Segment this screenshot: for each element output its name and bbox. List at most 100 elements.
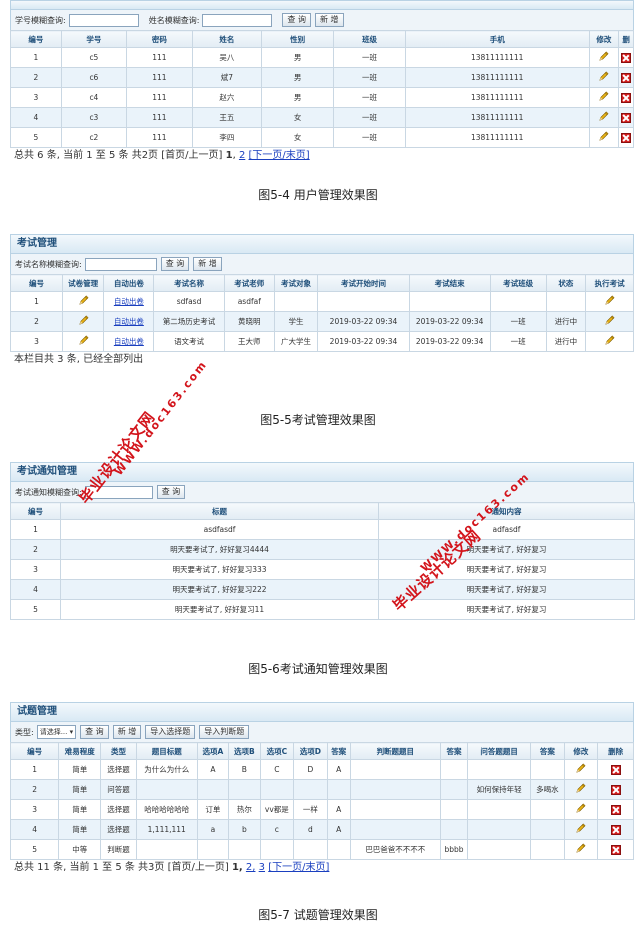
table-cell: c4 bbox=[60, 87, 128, 108]
table-cell: 学生 bbox=[273, 311, 319, 332]
table-cell: A bbox=[326, 819, 351, 840]
delete-cell[interactable] bbox=[618, 47, 634, 68]
column-header: 选项B bbox=[228, 742, 261, 760]
pencil-icon[interactable] bbox=[575, 763, 586, 776]
delete-cell[interactable] bbox=[618, 67, 634, 88]
pencil-icon[interactable] bbox=[604, 315, 615, 328]
delete-cell[interactable] bbox=[597, 779, 634, 800]
delete-icon[interactable] bbox=[621, 52, 632, 63]
question-search-button[interactable]: 查 询 bbox=[80, 725, 109, 739]
run-exam-cell[interactable] bbox=[585, 311, 634, 332]
q-pager-first-prev[interactable]: [首页/上一页] bbox=[168, 862, 229, 873]
pencil-icon[interactable] bbox=[575, 783, 586, 796]
delete-icon[interactable] bbox=[610, 824, 621, 835]
table-cell: 13811111111 bbox=[404, 67, 590, 88]
search-name-input[interactable] bbox=[202, 13, 273, 27]
delete-cell[interactable] bbox=[618, 107, 634, 128]
table-cell: 2 bbox=[10, 67, 62, 88]
pencil-icon[interactable] bbox=[604, 295, 615, 308]
auto-paper-link[interactable]: 自动出卷 bbox=[114, 337, 144, 346]
delete-icon[interactable] bbox=[610, 844, 621, 855]
search-button[interactable]: 查 询 bbox=[282, 13, 311, 27]
delete-icon[interactable] bbox=[621, 112, 632, 123]
exam-add-button[interactable]: 新 增 bbox=[193, 257, 222, 271]
delete-cell[interactable] bbox=[618, 87, 634, 108]
pager-first-prev[interactable]: [首页/上一页] bbox=[161, 150, 222, 161]
table-cell: 巴巴爸爸不不不不 bbox=[349, 839, 441, 860]
delete-cell[interactable] bbox=[597, 759, 634, 780]
delete-icon[interactable] bbox=[621, 92, 632, 103]
table-cell: 5 bbox=[10, 127, 62, 148]
edit-cell[interactable] bbox=[588, 47, 620, 68]
pencil-icon[interactable] bbox=[575, 843, 586, 856]
question-add-button[interactable]: 新 增 bbox=[112, 725, 142, 739]
table-cell: 进行中 bbox=[545, 331, 587, 352]
pencil-icon[interactable] bbox=[78, 295, 89, 308]
auto-paper-cell[interactable]: 自动出卷 bbox=[103, 291, 155, 312]
table-cell: 为什么为什么 bbox=[135, 759, 198, 780]
pencil-icon[interactable] bbox=[598, 71, 609, 84]
edit-cell[interactable] bbox=[563, 779, 599, 800]
delete-cell[interactable] bbox=[618, 127, 634, 148]
pencil-icon[interactable] bbox=[78, 335, 89, 348]
q-pager-page-2[interactable]: 2, bbox=[246, 862, 256, 873]
table-cell bbox=[259, 779, 295, 800]
delete-icon[interactable] bbox=[610, 784, 621, 795]
edit-cell[interactable] bbox=[563, 819, 599, 840]
auto-paper-link[interactable]: 自动出卷 bbox=[114, 297, 144, 306]
paper-manage-cell[interactable] bbox=[61, 311, 105, 332]
table-cell: 111 bbox=[126, 67, 193, 88]
edit-cell[interactable] bbox=[588, 67, 620, 88]
search-id-input[interactable] bbox=[68, 13, 139, 27]
pencil-icon[interactable] bbox=[575, 803, 586, 816]
delete-icon[interactable] bbox=[610, 804, 621, 815]
table-cell: 热尔 bbox=[228, 799, 261, 820]
pager-next-last[interactable]: [下一页/末页] bbox=[249, 150, 310, 161]
column-header: 编号 bbox=[9, 742, 60, 760]
pencil-icon[interactable] bbox=[575, 823, 586, 836]
q-pager-next-last[interactable]: [下一页/末页] bbox=[268, 862, 329, 873]
add-button[interactable]: 新 增 bbox=[314, 13, 344, 27]
auto-paper-link[interactable]: 自动出卷 bbox=[114, 317, 144, 326]
paper-manage-cell[interactable] bbox=[61, 291, 105, 312]
notice-search-button[interactable]: 查 询 bbox=[156, 485, 186, 499]
import-judge-button[interactable]: 导入判断题 bbox=[199, 725, 250, 739]
pencil-icon[interactable] bbox=[598, 91, 609, 104]
column-header: 考试班级 bbox=[489, 274, 547, 292]
column-header: 判断题题目 bbox=[349, 742, 441, 760]
pencil-icon[interactable] bbox=[598, 51, 609, 64]
exam-search-input[interactable] bbox=[84, 257, 157, 271]
auto-paper-cell[interactable]: 自动出卷 bbox=[103, 331, 155, 352]
edit-cell[interactable] bbox=[588, 107, 620, 128]
pencil-icon[interactable] bbox=[78, 315, 89, 328]
pager-page-2[interactable]: 2 bbox=[239, 150, 245, 161]
delete-icon[interactable] bbox=[621, 132, 632, 143]
run-exam-cell[interactable] bbox=[585, 291, 634, 312]
delete-cell[interactable] bbox=[597, 799, 634, 820]
delete-icon[interactable] bbox=[621, 72, 632, 83]
edit-cell[interactable] bbox=[588, 87, 620, 108]
table-cell: asdfaf bbox=[223, 291, 275, 312]
q-pager-summary: 总共 11 条, 当前 1 至 5 条 共3页 bbox=[14, 862, 165, 873]
edit-cell[interactable] bbox=[563, 759, 599, 780]
delete-cell[interactable] bbox=[597, 819, 634, 840]
pencil-icon[interactable] bbox=[598, 111, 609, 124]
edit-cell[interactable] bbox=[588, 127, 620, 148]
table-cell: 3 bbox=[10, 331, 63, 352]
run-exam-cell[interactable] bbox=[585, 331, 634, 352]
pencil-icon[interactable] bbox=[598, 131, 609, 144]
table-cell: 1 bbox=[9, 759, 60, 780]
pager-summary: 总共 6 条, 当前 1 至 5 条 共2页 bbox=[14, 150, 159, 161]
pencil-icon[interactable] bbox=[604, 335, 615, 348]
auto-paper-cell[interactable]: 自动出卷 bbox=[103, 311, 155, 332]
q-pager-page-3[interactable]: 3 bbox=[259, 862, 265, 873]
question-type-select[interactable]: 请选择... ▾ bbox=[36, 725, 77, 739]
exam-search-button[interactable]: 查 询 bbox=[160, 257, 190, 271]
delete-icon[interactable] bbox=[610, 764, 621, 775]
table-row: 5 中等 判断题 巴巴爸爸不不不不 bbbb bbox=[9, 839, 634, 860]
edit-cell[interactable] bbox=[563, 799, 599, 820]
edit-cell[interactable] bbox=[563, 839, 599, 860]
delete-cell[interactable] bbox=[597, 839, 634, 860]
paper-manage-cell[interactable] bbox=[61, 331, 105, 352]
import-choice-button[interactable]: 导入选择题 bbox=[145, 725, 196, 739]
